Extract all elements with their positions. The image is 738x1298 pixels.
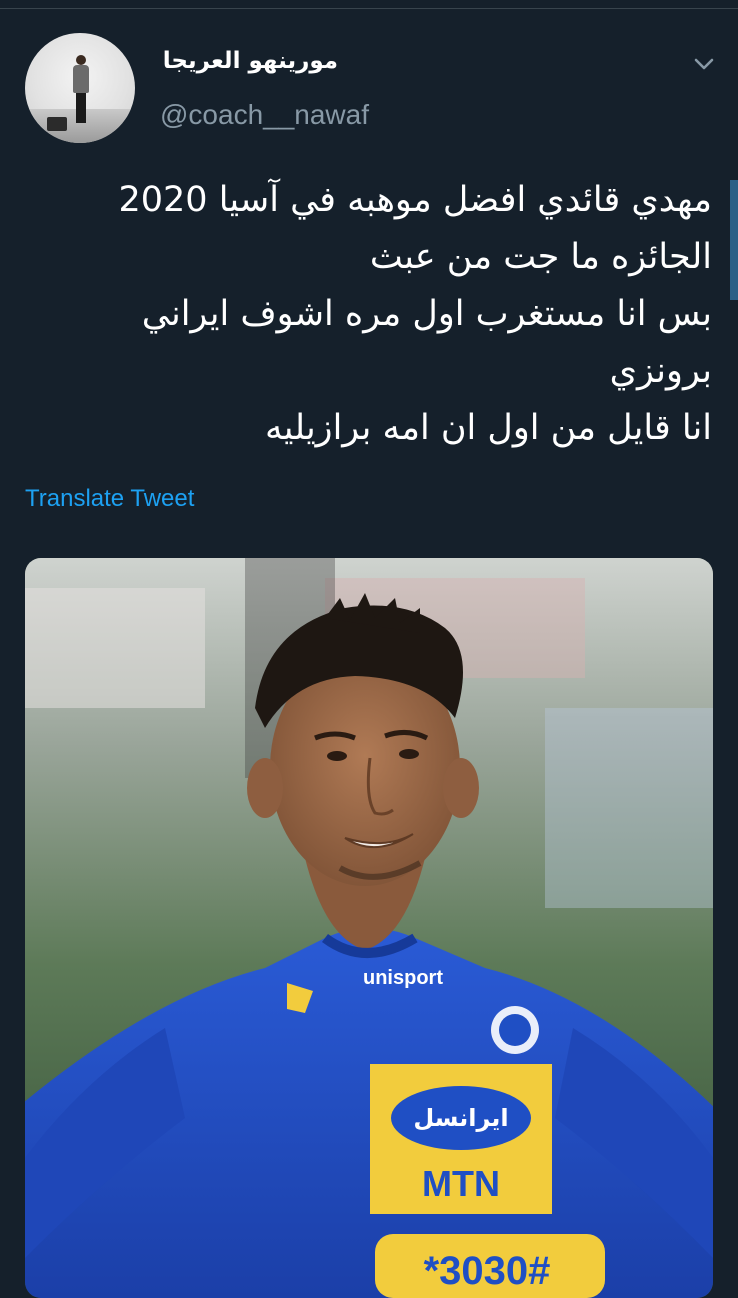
avatar-bench [47,117,67,131]
tweet-line: برونزي [609,351,712,391]
tweet-line: الجائزه ما جت من عبث [369,237,712,277]
avatar-person [73,55,89,125]
chevron-down-icon[interactable] [690,52,718,76]
avatar[interactable] [25,33,135,143]
tweet-line: بس انا مستغرب اول مره اشوف ايراني [141,294,712,334]
avatar-person-head [76,55,86,65]
scroll-indicator [730,180,738,300]
tweet-line: انا قايل من اول ان امه برازيليه [265,408,712,448]
user-handle[interactable]: @coach__nawaf [160,99,369,131]
sponsor-brand-text: MTN [422,1163,500,1204]
display-name[interactable]: مورينهو العريجا [163,48,338,74]
jersey-brand-text: unisport [363,967,443,989]
tweet-line: مهدي قائدي افضل موهبه في آسيا 2020 [118,180,713,220]
translate-tweet-link[interactable]: Translate Tweet [25,485,194,513]
tweet-header: مورينهو العريجا @coach__nawaf [0,0,738,160]
avatar-person-legs [76,93,86,123]
tweet-text: مهدي قائدي افضل موهبه في آسيا 2020 الجائ… [22,172,713,457]
number-badge-text: *3030# [424,1249,551,1293]
tweet-media-image[interactable]: unisport ایرانسل MTN *3030# [25,558,713,1298]
sponsor-persian-text: ایرانسل [413,1104,508,1132]
avatar-person-torso [73,65,89,93]
player-photo: unisport ایرانسل MTN *3030# [25,558,713,1298]
